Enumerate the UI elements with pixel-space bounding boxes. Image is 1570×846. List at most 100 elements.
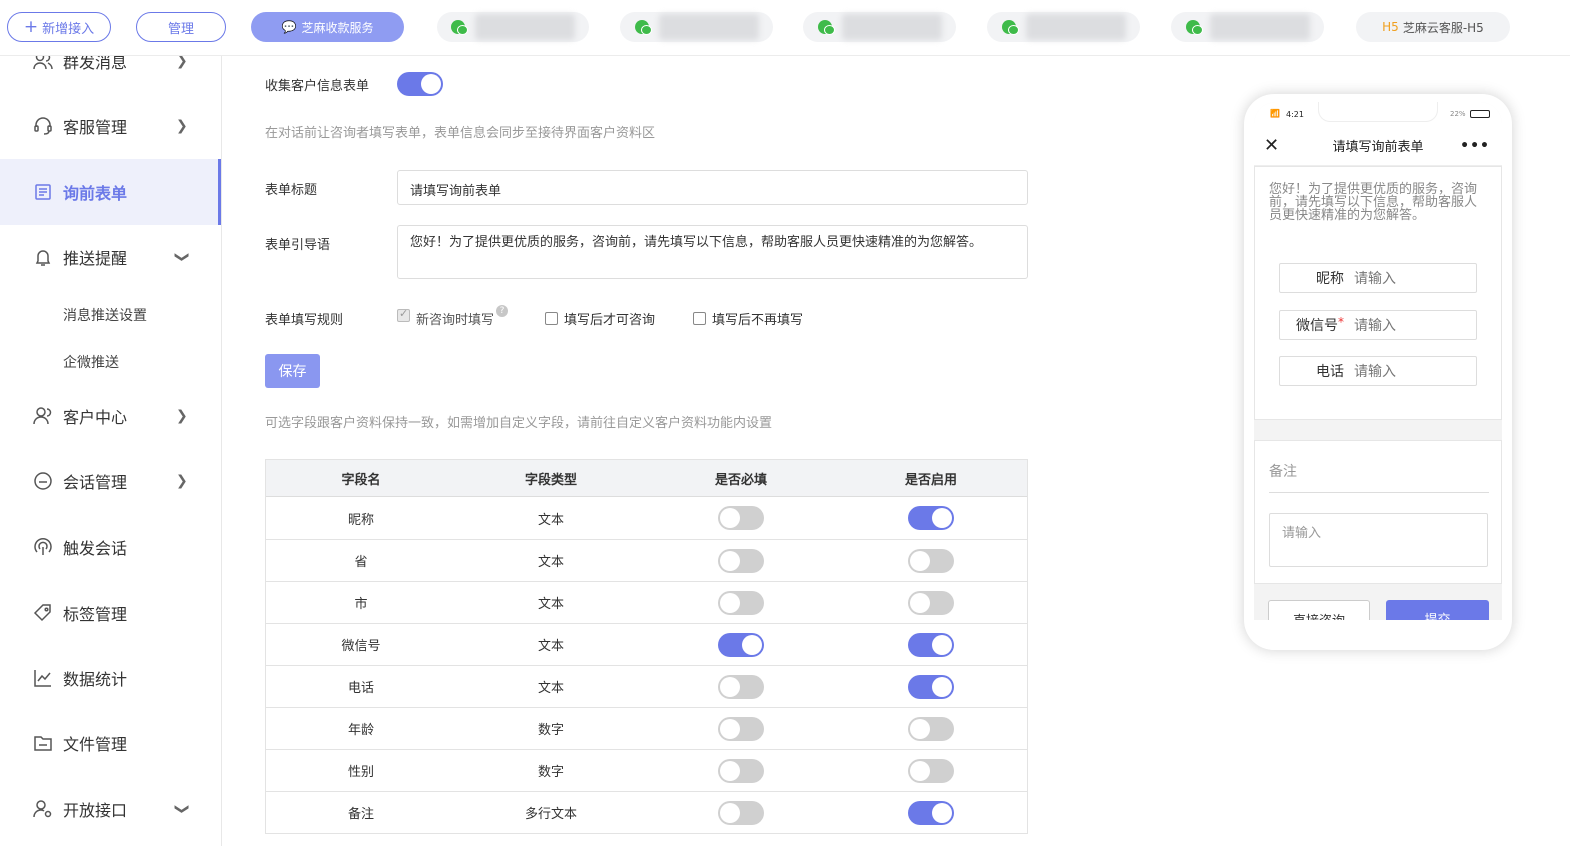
sidebar-item-stats[interactable]: 数据统计 — [0, 646, 221, 710]
sidebar-item-broadcast[interactable]: 群发消息 ❯ — [0, 56, 221, 93]
sidebar-item-push[interactable]: 推送提醒 ❯ — [0, 225, 221, 289]
save-button[interactable]: 保存 — [265, 354, 320, 388]
preview-form-card: 您好！为了提供更优质的服务，咨询前，请先填写以下信息，帮助客服人员更快速精准的为… — [1254, 166, 1502, 420]
collect-form-toggle[interactable] — [397, 72, 443, 96]
submit-button[interactable]: 提交 — [1386, 600, 1489, 620]
fields-hint: 可选字段跟客户资料保持一致，如需增加自定义字段，请前往自定义客户资料功能内设置 — [265, 416, 773, 431]
rule-fill-once-checkbox[interactable]: 填写后不再填写 — [693, 309, 803, 328]
help-icon[interactable]: ? — [496, 304, 509, 317]
wechat-icon — [817, 20, 835, 35]
table-row: 市 文本 — [266, 581, 1027, 623]
field-name: 市 — [354, 597, 368, 612]
checkbox-checked-icon — [397, 307, 410, 322]
enabled-toggle[interactable] — [908, 674, 954, 699]
form-guide-textarea[interactable]: 您好！为了提供更优质的服务，咨询前，请先填写以下信息，帮助客服人员更快速精准的为… — [397, 225, 1028, 279]
collect-form-hint: 在对话前让咨询者填写表单，表单信息会同步至接待界面客户资料区 — [265, 126, 656, 141]
required-cell — [646, 750, 836, 791]
chevron-down-icon: ❯ — [173, 251, 190, 263]
close-icon[interactable]: ✕ — [1264, 135, 1279, 156]
wechat-icon — [1185, 20, 1203, 35]
required-toggle[interactable] — [718, 800, 764, 825]
preview-phone-field[interactable]: 电话 请输入 — [1279, 356, 1477, 386]
new-access-button[interactable]: + 新增接入 — [7, 12, 111, 42]
field-name: 备注 — [347, 807, 374, 822]
channel-tab-active[interactable]: 💬 芝麻收款服务 — [251, 12, 404, 42]
wifi-icon: 📶 — [1270, 109, 1280, 118]
sidebar-item-customers[interactable]: 客户中心 ❯ — [0, 384, 221, 448]
redacted-name — [1025, 14, 1126, 40]
mobile-preview: 📶 4:21 22% ✕ 请填写询前表单 ••• 您好！为了提供更优质的服务，咨… — [1244, 94, 1512, 650]
sidebar-item-trigger[interactable]: 触发会话 — [0, 515, 221, 579]
chevron-right-icon: ❯ — [176, 408, 188, 424]
required-cell — [646, 497, 836, 539]
preview-wechat-field[interactable]: 微信号* 请输入 — [1279, 310, 1477, 340]
field-name: 电话 — [347, 681, 374, 696]
channel-tab-wechat-5[interactable] — [1171, 12, 1324, 42]
required-toggle[interactable] — [718, 674, 764, 699]
channel-tab-h5[interactable]: H5 芝麻云客服-H5 — [1356, 12, 1510, 42]
enabled-toggle[interactable] — [908, 800, 954, 825]
enabled-cell — [836, 792, 1026, 833]
direct-consult-button[interactable]: 直接咨询 — [1268, 600, 1370, 620]
channel-tab-wechat-2[interactable] — [620, 12, 773, 42]
sidebar-item-agents[interactable]: 客服管理 ❯ — [0, 94, 221, 158]
rule-required-before-consult-checkbox[interactable]: 填写后才可咨询 — [545, 309, 655, 328]
enabled-cell — [836, 750, 1026, 791]
required-toggle[interactable] — [718, 716, 764, 741]
required-cell — [646, 582, 836, 623]
more-icon[interactable]: ••• — [1460, 138, 1490, 154]
preview-nickname-field[interactable]: 昵称 请输入 — [1279, 263, 1477, 293]
manage-button[interactable]: 管理 — [136, 12, 226, 42]
required-toggle[interactable] — [718, 590, 764, 615]
required-toggle[interactable] — [718, 758, 764, 783]
enabled-toggle[interactable] — [908, 716, 954, 741]
required-cell — [646, 666, 836, 707]
sidebar-item-preform[interactable]: 询前表单 — [0, 159, 221, 225]
status-bar: 📶 4:21 22% — [1254, 102, 1502, 126]
field-type: 文本 — [537, 512, 564, 528]
tag-icon — [33, 603, 53, 623]
field-name: 性别 — [347, 765, 374, 780]
enabled-toggle[interactable] — [908, 632, 954, 657]
users-icon — [33, 56, 53, 71]
redacted-name — [841, 14, 942, 40]
redacted-name — [475, 14, 575, 40]
form-title-input[interactable]: 请填写询前表单 — [397, 170, 1028, 205]
field-type: 数字 — [537, 723, 564, 738]
enabled-toggle[interactable] — [908, 590, 954, 615]
field-type: 多行文本 — [524, 807, 577, 822]
table-row: 省 文本 — [266, 539, 1027, 581]
sidebar-subitem-wecom-push[interactable]: 企微推送 — [63, 352, 119, 372]
enabled-cell — [836, 624, 1026, 665]
top-bar: + 新增接入 管理 💬 芝麻收款服务 H5 芝麻云客服-H5 — [0, 0, 1570, 56]
sidebar-item-sessions[interactable]: 会话管理 ❯ — [0, 449, 221, 513]
field-name: 昵称 — [347, 512, 374, 528]
required-toggle[interactable] — [718, 548, 764, 573]
channel-tab-wechat-1[interactable] — [437, 12, 589, 42]
rule-new-consult-checkbox[interactable]: 新咨询时填写 ? — [397, 303, 509, 328]
enabled-cell — [836, 497, 1026, 539]
sidebar-item-tags[interactable]: 标签管理 — [0, 581, 221, 645]
field-type: 文本 — [537, 597, 564, 612]
enabled-toggle[interactable] — [908, 758, 954, 783]
preview-remark-textarea[interactable]: 请输入 — [1269, 513, 1488, 567]
enabled-toggle[interactable] — [908, 506, 954, 530]
field-type: 文本 — [537, 639, 564, 654]
sidebar-subitem-push-settings[interactable]: 消息推送设置 — [63, 305, 147, 325]
field-name: 省 — [354, 555, 368, 570]
channel-tab-wechat-4[interactable] — [987, 12, 1140, 42]
table-row: 电话 文本 — [266, 665, 1027, 707]
enabled-toggle[interactable] — [908, 548, 954, 573]
table-row: 备注 多行文本 — [266, 791, 1027, 833]
wechat-icon — [1001, 20, 1019, 35]
channel-tab-wechat-3[interactable] — [803, 12, 956, 42]
wechat-icon — [451, 20, 468, 35]
required-toggle[interactable] — [718, 632, 764, 657]
required-toggle[interactable] — [718, 506, 764, 530]
fields-table: 字段名 字段类型 是否必填 是否启用 昵称 文本省文本市文本 微信号 文本 电话 文本 年龄… — [265, 459, 1028, 834]
mobile-screen: 📶 4:21 22% ✕ 请填写询前表单 ••• 您好！为了提供更优质的服务，咨… — [1254, 102, 1502, 620]
checkbox-icon — [693, 312, 706, 325]
sidebar-item-api[interactable]: 开放接口 ❯ — [0, 777, 221, 841]
sidebar-item-files[interactable]: 文件管理 — [0, 711, 221, 775]
header-required: 是否必填 — [714, 472, 767, 488]
